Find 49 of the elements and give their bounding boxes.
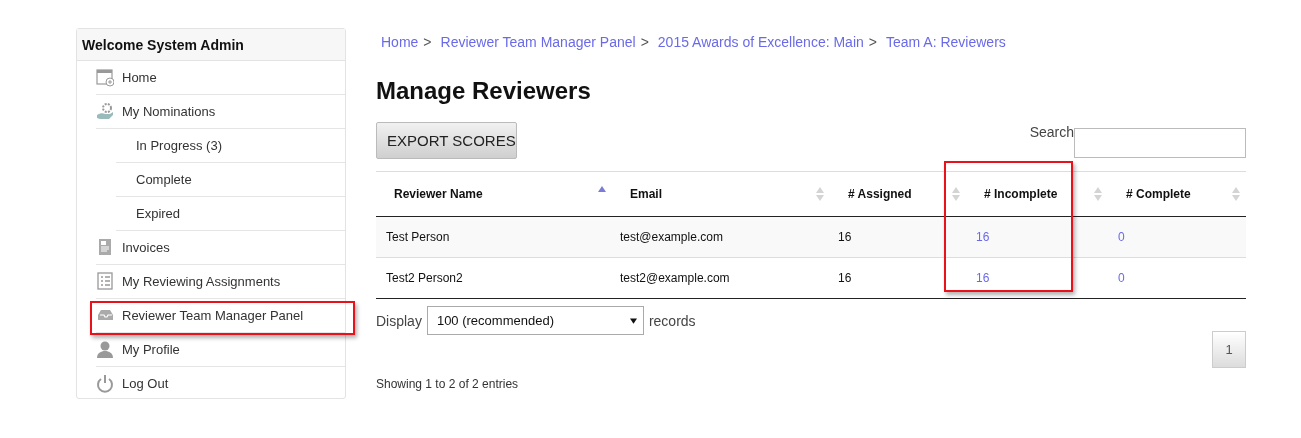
checklist-icon [96,272,114,291]
breadcrumb-link[interactable]: Team A: Reviewers [886,34,1006,50]
sidebar-item[interactable]: My Profile [96,333,345,367]
sidebar-item[interactable]: My Nominations [96,95,345,129]
page-title: Manage Reviewers [376,76,592,106]
table-info: Showing 1 to 2 of 2 entries [376,377,520,391]
table-cell: test@example.com [612,216,830,258]
export-button[interactable]: EXPORT SCORES [376,122,517,159]
table-cell: test2@example.com [612,257,830,299]
table-cell: Test Person [376,216,612,258]
sidebar-item[interactable]: My Reviewing Assignments [96,265,345,299]
column-header[interactable]: # Incomplete [966,171,1108,217]
column-header[interactable]: Email [612,171,830,217]
breadcrumb-link[interactable]: Home [381,34,419,50]
gear-hand-icon [96,102,114,121]
table-cell: 16 [830,216,966,258]
breadcrumb-link[interactable]: 2015 Awards of Excellence: Main [657,34,864,50]
breadcrumb-link[interactable]: Reviewer Team Manager Panel [440,34,636,50]
records-label: records [648,313,696,329]
search-field[interactable] [1074,128,1246,158]
sidebar-item[interactable]: Home [96,61,345,95]
display-label: Display [376,313,422,329]
table-link[interactable]: 0 [1118,230,1125,244]
sidebar-subitem[interactable]: Complete [116,163,345,197]
table-cell: Test2 Person2 [376,257,612,299]
person-icon [96,340,114,359]
sidebar-item[interactable]: Invoices [96,231,345,265]
sidebar-item[interactable]: Reviewer Team Manager Panel [96,299,345,333]
column-header[interactable]: # Complete [1108,171,1246,217]
sidebar-subitem[interactable]: Expired [116,197,345,231]
column-header[interactable]: Reviewer Name [376,171,612,217]
page-size-dropdown[interactable]: 100 (recommended) [426,306,644,335]
page-button[interactable]: 1 [1212,331,1246,368]
table-link[interactable]: 16 [976,271,990,285]
breadcrumb-separator: > [868,34,877,50]
search-label: Search [1029,124,1074,140]
power-icon [96,374,114,393]
sidebar-subitem[interactable]: In Progress (3) [116,129,345,163]
table-cell: 16 [830,257,966,299]
caret-icon [629,317,637,324]
document-icon [96,238,114,257]
table-link[interactable]: 16 [976,230,990,244]
column-header[interactable]: # Assigned [830,171,966,217]
sidebar-title: Welcome System Admin [77,29,345,61]
sidebar-item[interactable]: Log Out [96,367,345,400]
table-link[interactable]: 0 [1118,271,1125,285]
calendar-icon [96,68,114,87]
breadcrumb-separator: > [423,34,432,50]
breadcrumb-separator: > [640,34,649,50]
